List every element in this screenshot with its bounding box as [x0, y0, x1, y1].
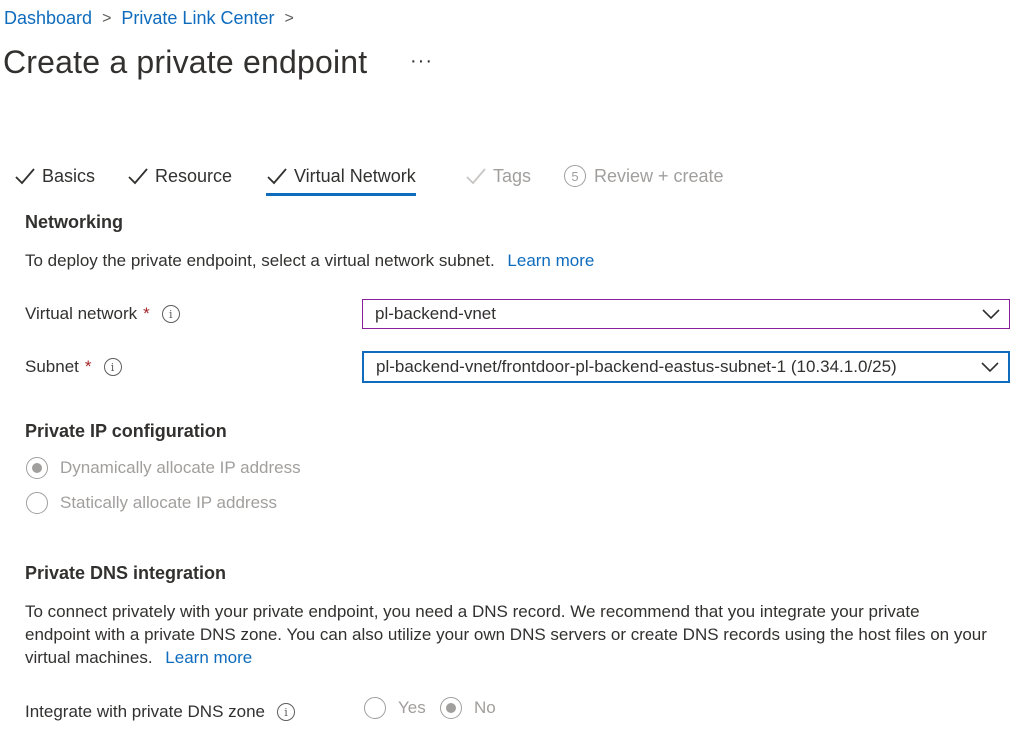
- required-marker: *: [143, 304, 150, 323]
- subnet-value: pl-backend-vnet/frontdoor-pl-backend-eas…: [376, 357, 897, 376]
- radio-unselected-icon: [364, 697, 386, 719]
- virtual-network-dropdown[interactable]: pl-backend-vnet: [362, 299, 1010, 329]
- learn-more-link[interactable]: Learn more: [507, 251, 594, 270]
- chevron-down-icon: [973, 309, 1009, 319]
- subnet-dropdown[interactable]: pl-backend-vnet/frontdoor-pl-backend-eas…: [362, 351, 1010, 383]
- networking-heading: Networking: [25, 212, 124, 232]
- integrate-dns-label-text: Integrate with private DNS zone: [25, 702, 266, 721]
- dns-line-3: virtual machines. Learn more: [25, 646, 1025, 669]
- tab-tags[interactable]: Tags: [465, 156, 531, 196]
- required-marker: *: [84, 357, 92, 376]
- private-dns-description: To connect privately with your private e…: [25, 600, 1025, 669]
- info-icon[interactable]: i: [161, 305, 180, 323]
- radio-dns-no[interactable]: No: [440, 697, 496, 719]
- breadcrumb-dashboard[interactable]: Dashboard: [4, 8, 92, 29]
- radio-static-ip-label: Statically allocate IP address: [60, 493, 278, 512]
- breadcrumb: Dashboard > Private Link Center >: [4, 8, 304, 29]
- dns-line-3-text: virtual machines.: [25, 648, 153, 667]
- dns-learn-more-link[interactable]: Learn more: [165, 648, 252, 667]
- virtual-network-label-text: Virtual network: [25, 304, 138, 323]
- integrate-dns-label: Integrate with private DNS zone i: [25, 702, 296, 722]
- subnet-label-text: Subnet: [25, 357, 79, 376]
- networking-description: To deploy the private endpoint, select a…: [25, 251, 594, 271]
- virtual-network-value: pl-backend-vnet: [375, 304, 496, 323]
- tab-review-create[interactable]: 5 Review + create: [564, 156, 724, 196]
- info-icon[interactable]: i: [277, 703, 296, 721]
- checkmark-icon: [15, 168, 35, 185]
- active-tab-indicator: [266, 193, 416, 196]
- dns-line-1: To connect privately with your private e…: [25, 602, 920, 621]
- tab-resource-label: Resource: [155, 165, 233, 186]
- private-dns-heading: Private DNS integration: [25, 563, 227, 583]
- tab-tags-label: Tags: [493, 165, 532, 186]
- tab-basics-label: Basics: [42, 165, 96, 186]
- radio-selected-icon: [26, 457, 48, 479]
- page-title: Create a private endpoint: [3, 44, 368, 80]
- radio-unselected-icon: [26, 492, 48, 514]
- radio-static-ip[interactable]: Statically allocate IP address: [26, 492, 277, 514]
- step-number-badge: 5: [564, 165, 586, 187]
- radio-dynamic-ip-label: Dynamically allocate IP address: [60, 458, 301, 477]
- radio-dns-no-label: No: [474, 698, 496, 717]
- radio-selected-icon: [440, 697, 462, 719]
- checkmark-icon: [466, 168, 486, 185]
- tab-virtual-network-label: Virtual Network: [294, 165, 416, 186]
- checkmark-icon: [128, 168, 148, 185]
- networking-description-text: To deploy the private endpoint, select a…: [25, 251, 495, 270]
- breadcrumb-private-link-center[interactable]: Private Link Center: [121, 8, 274, 29]
- tab-virtual-network[interactable]: Virtual Network: [266, 156, 416, 196]
- checkmark-icon: [267, 168, 287, 185]
- tab-basics[interactable]: Basics: [14, 156, 95, 196]
- info-icon[interactable]: i: [103, 358, 122, 376]
- radio-dynamic-ip[interactable]: Dynamically allocate IP address: [26, 457, 301, 479]
- chevron-right-icon: >: [284, 9, 294, 27]
- private-ip-heading: Private IP configuration: [25, 421, 227, 441]
- radio-dns-yes[interactable]: Yes: [364, 697, 426, 719]
- tab-review-create-label: Review + create: [594, 165, 724, 186]
- virtual-network-label: Virtual network * i: [25, 304, 180, 324]
- dns-line-2: endpoint with a private DNS zone. You ca…: [25, 625, 987, 644]
- chevron-down-icon: [972, 362, 1008, 372]
- subnet-label: Subnet * i: [25, 357, 122, 377]
- tab-resource[interactable]: Resource: [127, 156, 232, 196]
- chevron-right-icon: >: [102, 9, 112, 27]
- more-options-icon[interactable]: ···: [410, 50, 433, 73]
- radio-dns-yes-label: Yes: [398, 698, 426, 717]
